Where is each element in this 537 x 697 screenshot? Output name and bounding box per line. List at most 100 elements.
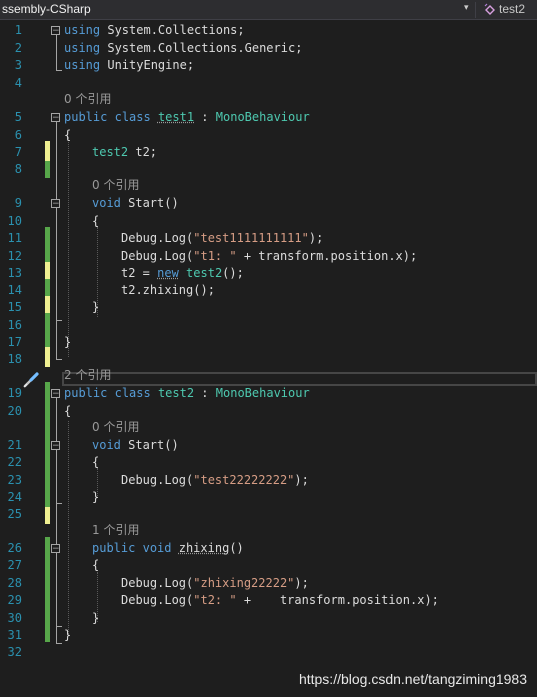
code-line-7: test2 t2;	[92, 145, 157, 159]
expression: + transform.position.x);	[236, 249, 418, 263]
code-line-5: public class test1 : MonoBehaviour	[64, 110, 310, 124]
code-line-29: Debug.Log("t2: " + transform.position.x)…	[121, 593, 439, 607]
keyword: void	[92, 438, 121, 452]
code-line-31: }	[64, 628, 71, 642]
line-number: 20	[7, 404, 22, 418]
line-number: 3	[14, 58, 22, 72]
collapse-toggle[interactable]: −	[51, 199, 60, 209]
references-codelens[interactable]: 2 个引用	[64, 368, 111, 382]
references-codelens[interactable]: 0 个引用	[92, 420, 139, 434]
collapse-toggle[interactable]: −	[51, 389, 60, 399]
line-number: 21	[7, 438, 22, 452]
code-line-24: }	[92, 490, 99, 504]
outline-bracket	[56, 550, 62, 627]
punctuation: ();	[222, 266, 244, 280]
indent-guide	[68, 421, 69, 636]
type-name: MonoBehaviour	[215, 110, 310, 124]
code-line-17: }	[64, 335, 71, 349]
type-name: test2	[92, 145, 129, 159]
line-number: 1	[14, 23, 22, 37]
brace: {	[92, 455, 100, 469]
namespace: System.Collections;	[107, 23, 245, 37]
field-name: t2;	[128, 145, 158, 159]
project-dropdown[interactable]: ssembly-CSharp	[2, 2, 91, 16]
collapse-toggle[interactable]: −	[51, 26, 60, 36]
references-codelens[interactable]: 1 个引用	[92, 523, 139, 537]
namespace: UnityEngine;	[107, 58, 195, 72]
outline-bracket	[56, 32, 62, 71]
code-line-22: {	[92, 455, 99, 469]
line-number: 30	[7, 611, 22, 625]
indent-guide	[68, 137, 69, 357]
collapse-toggle[interactable]: −	[51, 441, 60, 451]
code-line-11: Debug.Log("test1111111111");	[121, 231, 323, 245]
line-number: 31	[7, 628, 22, 642]
references-codelens[interactable]: 0 个引用	[92, 178, 139, 192]
code-line-12: Debug.Log("t1: " + transform.position.x)…	[121, 249, 417, 263]
unsaved-change-marker	[45, 350, 50, 367]
brace: {	[64, 128, 72, 142]
current-line-highlight	[62, 372, 537, 386]
line-number: 29	[7, 593, 22, 607]
namespace: System.Collections.Generic;	[107, 41, 303, 55]
saved-change-marker	[45, 330, 50, 347]
punctuation: ()	[229, 541, 244, 555]
string-literal: "test22222222"	[193, 473, 295, 487]
keyword: using	[64, 58, 101, 72]
punctuation: );	[294, 473, 309, 487]
member-dropdown[interactable]: test2	[499, 2, 525, 16]
collapse-toggle[interactable]: −	[51, 113, 60, 123]
line-number: 13	[7, 266, 22, 280]
punctuation: :	[194, 110, 216, 124]
line-number: 11	[7, 231, 22, 245]
references-codelens[interactable]: 0 个引用	[64, 92, 111, 106]
code-line-23: Debug.Log("test22222222");	[121, 473, 309, 487]
class-name: test2	[157, 386, 195, 400]
keyword: class	[114, 386, 151, 400]
line-number: 27	[7, 558, 22, 572]
string-literal: "test1111111111"	[193, 231, 309, 245]
line-number: 22	[7, 455, 22, 469]
toolbar-divider	[475, 2, 476, 18]
punctuation: );	[294, 576, 309, 590]
line-number: 28	[7, 576, 22, 590]
code-line-1: using System.Collections;	[64, 23, 245, 37]
punctuation: );	[308, 231, 324, 245]
punctuation: :	[194, 386, 216, 400]
line-number: 16	[7, 318, 22, 332]
paintbrush-icon[interactable]	[22, 371, 40, 389]
code-line-26: public void zhixing()	[92, 541, 244, 555]
string-literal: "t2: "	[193, 593, 237, 607]
brace: {	[92, 214, 100, 228]
line-number: 2	[14, 41, 22, 55]
call: Debug.Log(	[121, 473, 194, 487]
expression: + transform.position.x);	[236, 593, 439, 607]
assignment: t2 =	[121, 266, 158, 280]
code-line-3: using UnityEngine;	[64, 58, 194, 72]
keyword: void	[142, 541, 172, 555]
method-name: Start()	[120, 438, 179, 452]
code-editor[interactable]: 1 2 3 4 5 6 7 8 9 10 11 12 13 14 15 16 1…	[0, 21, 537, 697]
collapse-toggle[interactable]: −	[51, 544, 60, 554]
brace: {	[92, 558, 100, 572]
outline-bracket	[56, 447, 62, 504]
line-number: 10	[7, 214, 22, 228]
line-number: 23	[7, 473, 22, 487]
keyword: using	[64, 41, 101, 55]
brace: }	[92, 490, 100, 504]
code-line-19: public class test2 : MonoBehaviour	[64, 386, 310, 400]
line-number: 6	[14, 128, 22, 142]
saved-change-marker	[45, 161, 50, 178]
code-line-27: {	[92, 558, 99, 572]
code-line-13: t2 = new test2();	[121, 266, 244, 280]
chevron-down-icon[interactable]: ▾	[464, 3, 469, 13]
line-number: 7	[14, 145, 22, 159]
unsaved-change-marker	[45, 296, 50, 313]
saved-change-marker	[45, 279, 50, 296]
line-number: 4	[14, 76, 22, 90]
line-number: 17	[7, 335, 22, 349]
code-line-30: }	[92, 611, 99, 625]
brace: }	[92, 300, 100, 314]
unsaved-change-marker	[45, 507, 50, 524]
watermark-url: https://blog.csdn.net/tangziming1983	[298, 671, 527, 687]
